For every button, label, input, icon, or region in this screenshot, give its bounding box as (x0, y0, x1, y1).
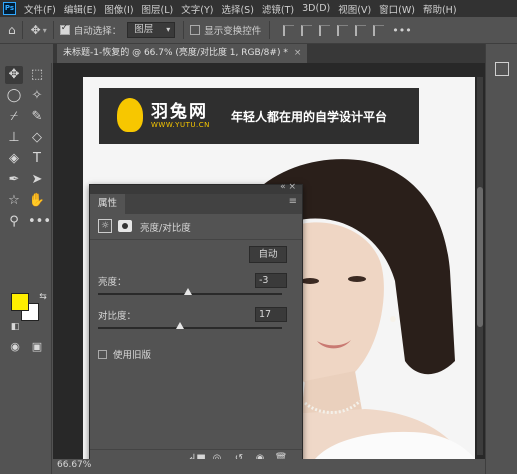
panel-menu-icon[interactable]: ≡ (289, 196, 297, 207)
brightness-label: 亮度： (98, 277, 127, 288)
default-colors-icon[interactable]: ◧ (6, 318, 24, 336)
brand-banner: 羽兔网 WWW.YUTU.CN 年轻人都在用的自学设计平台 (99, 88, 419, 144)
menu-view[interactable]: 视图(V) (334, 2, 375, 16)
menu-window[interactable]: 窗口(W) (375, 2, 419, 16)
status-bar: 66.67% (53, 459, 485, 474)
shape-tool-icon[interactable]: ☆ (5, 192, 23, 210)
divider (183, 21, 185, 39)
hand-tool-icon[interactable]: ✋ (28, 192, 46, 210)
menu-edit[interactable]: 编辑(E) (60, 2, 100, 16)
contrast-input[interactable]: 17 (255, 307, 287, 322)
eraser-tool-icon[interactable]: ◇ (28, 129, 46, 147)
tab-properties[interactable]: 属性 (90, 194, 126, 214)
magic-wand-icon[interactable]: ✧ (28, 87, 46, 105)
align-top-icon[interactable] (283, 24, 295, 36)
chevron-down-icon[interactable]: ▾ (43, 26, 47, 35)
use-legacy-row: 使用旧版 (98, 347, 151, 361)
scrollbar-thumb[interactable] (477, 187, 483, 327)
pen-tool-icon[interactable]: ✒ (5, 171, 23, 189)
menu-type[interactable]: 文字(Y) (177, 2, 217, 16)
paint-bucket-icon[interactable]: ◈ (5, 150, 23, 168)
move-tool-icon[interactable]: ✥ (5, 66, 23, 84)
right-panel-strip (485, 44, 517, 474)
menu-select[interactable]: 选择(S) (217, 2, 257, 16)
move-tool-preset-icon[interactable]: ✥ (31, 23, 41, 37)
align-right-icon[interactable] (373, 24, 385, 36)
menu-help[interactable]: 帮助(H) (419, 2, 461, 16)
swap-colors-icon[interactable]: ⇆ (34, 288, 52, 306)
tools-panel: ✥ ⬚ ◯ ✧ ⌿ ✎ ⊥ ◇ ◈ T ✒ ➤ ☆ ✋ ⚲ ••• ⇆ ◧ ◉ … (0, 63, 52, 474)
divider (21, 21, 23, 39)
align-bottom-icon[interactable] (319, 24, 331, 36)
auto-select-checkbox[interactable] (59, 23, 70, 35)
vertical-scrollbar[interactable] (477, 77, 483, 455)
align-hcenter-icon[interactable] (355, 24, 367, 36)
menu-bar: Ps 文件(F) 编辑(E) 图像(I) 图层(L) 文字(Y) 选择(S) 滤… (0, 0, 517, 17)
auto-select-target-dropdown[interactable]: 图层 (127, 22, 176, 38)
brightness-slider-thumb[interactable] (184, 288, 193, 295)
use-legacy-checkbox[interactable] (98, 349, 107, 359)
menu-filter[interactable]: 滤镜(T) (258, 2, 298, 16)
marquee-tool-icon[interactable]: ⬚ (28, 66, 46, 84)
adjustment-header: ☼ 亮度/对比度 (90, 214, 302, 240)
document-tab[interactable]: 未标题-1-恢复的 @ 66.7% (亮度/对比度 1, RGB/8#) * × (57, 44, 308, 63)
quick-mask-icon[interactable]: ◉ (6, 338, 24, 356)
foreground-color-swatch[interactable] (11, 293, 29, 311)
contrast-label: 对比度： (98, 311, 137, 322)
more-tools-icon[interactable]: ••• (28, 213, 51, 231)
home-icon[interactable]: ⌂ (8, 23, 16, 37)
properties-panel-titlebar[interactable]: « × (90, 182, 302, 194)
eyedropper-icon[interactable]: ⌿ (5, 108, 23, 126)
contrast-slider-thumb[interactable] (176, 322, 185, 329)
type-tool-icon[interactable]: T (28, 150, 46, 168)
stamp-tool-icon[interactable]: ⊥ (5, 129, 23, 147)
menu-image[interactable]: 图像(I) (100, 2, 137, 16)
divider (269, 21, 271, 39)
options-bar: ⌂ ✥ ▾ 自动选择： 图层 显示变换控件 ••• (0, 17, 517, 44)
properties-tab-row: 属性 ≡ (90, 194, 302, 214)
healing-brush-icon[interactable]: ✎ (28, 108, 46, 126)
properties-panel: « × 属性 ≡ ☼ 亮度/对比度 自动 亮度： -3 对比度： 17 使用旧版… (89, 182, 303, 468)
document-tab-title: 未标题-1-恢复的 @ 66.7% (亮度/对比度 1, RGB/8#) * (63, 48, 288, 58)
yutu-logo-icon (117, 98, 143, 132)
auto-select-label: 自动选择： (73, 26, 122, 37)
more-options-icon[interactable]: ••• (392, 24, 411, 37)
menu-layer[interactable]: 图层(L) (138, 2, 178, 16)
adjustment-title: 亮度/对比度 (140, 223, 191, 234)
ps-logo-icon: Ps (3, 2, 16, 15)
contrast-slider[interactable] (98, 322, 282, 329)
banner-brand-name: 羽兔网 (151, 102, 208, 122)
screen-mode-icon[interactable]: ▣ (28, 338, 46, 356)
photoshop-window: Ps 文件(F) 编辑(E) 图像(I) 图层(L) 文字(Y) 选择(S) 滤… (0, 0, 517, 474)
zoom-tool-icon[interactable]: ⚲ (5, 213, 23, 231)
zoom-level[interactable]: 66.67% (57, 460, 91, 470)
document-tab-bar: 未标题-1-恢复的 @ 66.7% (亮度/对比度 1, RGB/8#) * × (53, 44, 485, 63)
banner-slogan: 年轻人都在用的自学设计平台 (231, 110, 388, 124)
align-left-icon[interactable] (337, 24, 349, 36)
show-transform-label: 显示变换控件 (204, 26, 262, 37)
brightness-adjustment-icon[interactable]: ☼ (98, 219, 112, 233)
layer-mask-icon[interactable] (118, 220, 132, 232)
panel-toggle-icon[interactable] (495, 62, 509, 76)
path-select-icon[interactable]: ➤ (28, 171, 46, 189)
close-icon[interactable]: × (294, 48, 302, 58)
menu-3d[interactable]: 3D(D) (298, 3, 334, 14)
banner-url: WWW.YUTU.CN (151, 121, 210, 129)
menu-file[interactable]: 文件(F) (20, 2, 60, 16)
auto-button[interactable]: 自动 (249, 246, 287, 263)
show-transform-checkbox[interactable] (190, 25, 201, 35)
use-legacy-label: 使用旧版 (113, 350, 152, 361)
align-vcenter-icon[interactable] (301, 24, 313, 36)
lasso-tool-icon[interactable]: ◯ (5, 87, 23, 105)
brightness-input[interactable]: -3 (255, 273, 287, 288)
brightness-slider[interactable] (98, 288, 282, 295)
divider (52, 21, 54, 39)
collapse-icon[interactable]: « × (280, 182, 296, 192)
